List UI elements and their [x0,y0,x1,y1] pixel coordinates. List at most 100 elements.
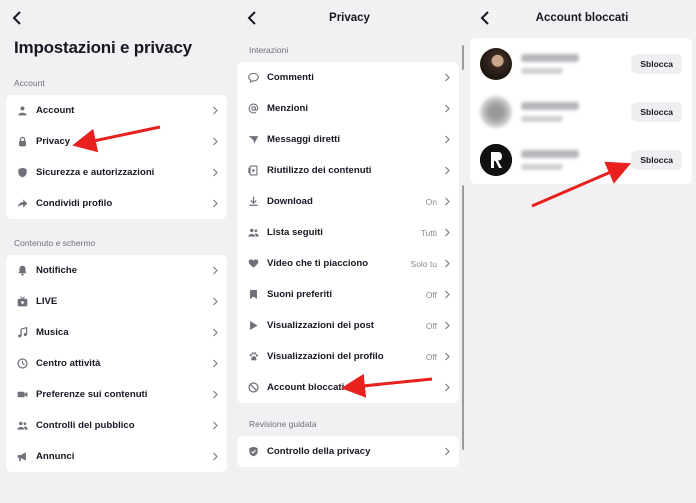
settings-item-lista-seguiti[interactable]: Lista seguiti Tutti [237,217,459,248]
account-group: Account Privacy Sicurezza e autorizzazioni… [6,95,227,219]
play-icon [245,320,261,331]
blocked-panel: Account bloccati Sblocca Sblocca Sblocca [468,0,696,503]
chevron-right-icon [209,359,221,368]
back-button[interactable] [10,10,26,26]
shield-icon [14,167,30,178]
settings-item-condividi-profilo[interactable]: Condividi profilo [6,188,227,219]
settings-item-musica[interactable]: Musica [6,317,227,348]
settings-item-value: Off [425,289,437,300]
bookmark-icon [245,289,261,300]
avatar[interactable] [480,144,512,176]
settings-item-label: Privacy [36,136,71,147]
blocked-account-info [521,150,631,170]
chevron-right-icon [212,266,218,275]
chevron-right-icon [209,297,221,306]
settings-item-label: Commenti [267,72,314,83]
settings-item-label: Controllo della privacy [267,446,371,457]
section-review: Revisione guidata [249,419,317,429]
chevron-right-icon [209,106,221,115]
chevron-right-icon [444,383,450,392]
chevron-right-icon [444,290,450,299]
chevron-right-icon [212,390,218,399]
settings-item-label: Annunci [36,451,75,462]
settings-item-controllo-della-privacy[interactable]: Controllo della privacy [237,436,459,467]
shield-check-icon [245,446,261,457]
chevron-right-icon [441,447,453,456]
settings-item-suoni-preferiti[interactable]: Suoni preferiti Off [237,279,459,310]
chevron-right-icon [444,228,450,237]
chevron-right-icon [441,166,453,175]
chevron-right-icon [212,328,218,337]
settings-item-label: Centro attività [36,358,101,369]
settings-item-commenti[interactable]: Commenti [237,62,459,93]
chevron-right-icon [441,259,453,268]
blurred-username [521,54,579,62]
settings-item-visualizzazioni-dei-post[interactable]: Visualizzazioni dei post Off [237,310,459,341]
megaphone-icon [14,451,30,462]
clock-icon [14,358,30,369]
settings-item-account-bloccati[interactable]: Account bloccati [237,372,459,403]
settings-item-label: Notifiche [36,265,78,276]
blocked-account-row[interactable]: Sblocca [470,41,692,87]
blurred-username [521,102,579,110]
settings-item-menzioni[interactable]: Menzioni [237,93,459,124]
section-account: Account [14,78,45,88]
chevron-right-icon [441,104,453,113]
settings-item-messaggi-diretti[interactable]: Messaggi diretti [237,124,459,155]
settings-item-preferenze-sui-contenuti[interactable]: Preferenze sui contenuti [6,379,227,410]
chevron-right-icon [212,106,218,115]
comment-icon [245,72,261,83]
settings-item-download[interactable]: Download On [237,186,459,217]
settings-item-label: Suoni preferiti [267,289,333,300]
blocked-account-row[interactable]: Sblocca [470,137,692,183]
blurred-handle [521,68,563,74]
section-interactions: Interazioni [249,45,289,55]
scrollbar[interactable] [462,185,464,450]
settings-item-controlli-del-pubblico[interactable]: Controlli del pubblico [6,410,227,441]
settings-item-label: Visualizzazioni del profilo [267,351,384,362]
chevron-right-icon [441,228,453,237]
blocked-account-info [521,54,631,74]
settings-item-sicurezza-e-autorizzazioni[interactable]: Sicurezza e autorizzazioni [6,157,227,188]
page-title: Account bloccati [535,12,629,24]
unblock-button[interactable]: Sblocca [631,102,682,122]
share-icon [14,198,30,209]
settings-item-visualizzazioni-del-profilo[interactable]: Visualizzazioni del profilo Off [237,341,459,372]
chevron-right-icon [212,137,218,146]
chevron-right-icon [441,135,453,144]
unblock-button[interactable]: Sblocca [631,54,682,74]
settings-item-riutilizzo-dei-contenuti[interactable]: Riutilizzo dei contenuti [237,155,459,186]
settings-item-label: Condividi profilo [36,198,113,209]
settings-item-account[interactable]: Account [6,95,227,126]
scrollbar-top[interactable] [462,45,464,70]
settings-item-centro-attivita[interactable]: Centro attività [6,348,227,379]
settings-item-label: Video che ti piacciono [267,258,369,269]
settings-item-live[interactable]: LIVE [6,286,227,317]
avatar[interactable] [480,96,512,128]
download-icon [245,196,261,207]
settings-item-notifiche[interactable]: Notifiche [6,255,227,286]
chevron-right-icon [444,73,450,82]
blocked-list: Sblocca Sblocca Sblocca [470,38,692,184]
chevron-right-icon [441,290,453,299]
video-icon [14,389,30,400]
settings-item-video-che-ti-piacciono[interactable]: Video che ti piacciono Solo tu [237,248,459,279]
settings-item-label: Preferenze sui contenuti [36,389,148,400]
person-icon [14,105,30,116]
settings-item-value: Solo tu [410,258,437,269]
unblock-button[interactable]: Sblocca [631,150,682,170]
settings-item-annunci[interactable]: Annunci [6,441,227,472]
settings-item-value: Tutti [420,227,437,238]
music-icon [14,327,30,338]
interactions-group: Commenti Menzioni Messaggi diretti Riutiliz… [237,62,459,403]
live-icon [14,296,30,307]
privacy-panel: Privacy Interazioni Commenti Menzioni Mess… [235,0,464,503]
settings-item-privacy[interactable]: Privacy [6,126,227,157]
blocked-account-row[interactable]: Sblocca [470,89,692,135]
avatar[interactable] [480,48,512,80]
review-group: Controllo della privacy [237,436,459,467]
chevron-right-icon [209,390,221,399]
settings-item-label: Musica [36,327,69,338]
chevron-right-icon [441,321,453,330]
settings-item-value: On [425,196,437,207]
